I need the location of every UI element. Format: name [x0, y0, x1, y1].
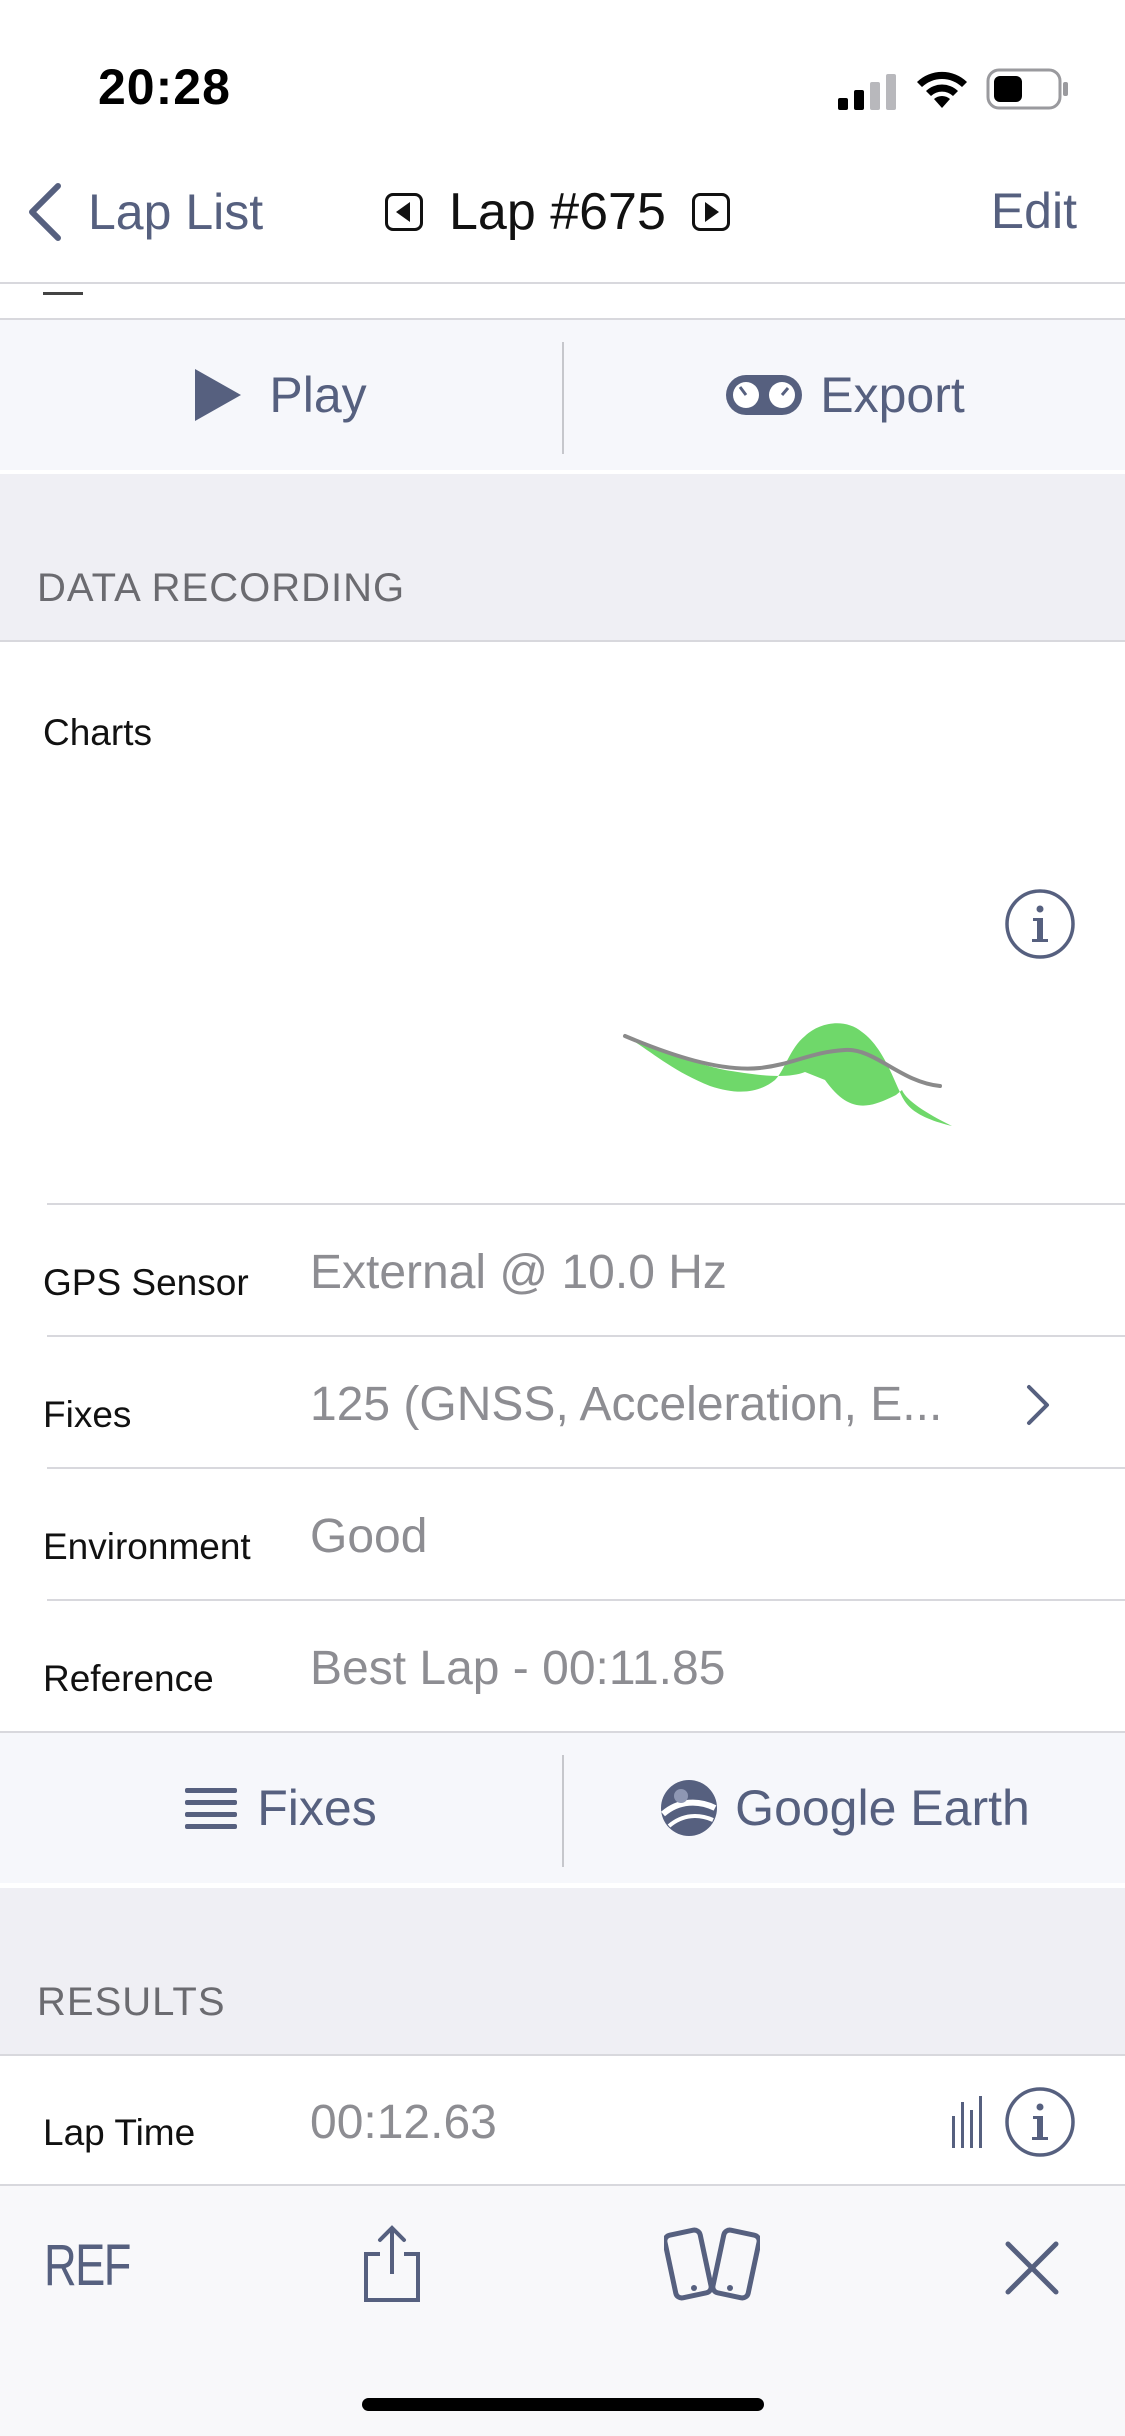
info-icon[interactable]	[1004, 888, 1076, 960]
reference-label: Reference	[43, 1658, 214, 1699]
gauges-icon	[724, 371, 804, 419]
triangle-right-icon	[705, 202, 720, 222]
next-lap-button[interactable]	[691, 193, 730, 231]
section-title: DATA RECORDING	[37, 566, 406, 610]
fixes-row[interactable]: Fixes 125 (GNSS, Acceleration, E...	[0, 1337, 1125, 1467]
edit-button[interactable]: Edit	[991, 182, 1077, 240]
close-icon[interactable]	[1004, 2240, 1060, 2296]
cellular-signal-icon	[838, 74, 898, 110]
triangle-left-icon	[395, 202, 410, 222]
share-icon[interactable]	[360, 2224, 424, 2304]
gps-sensor-label: GPS Sensor	[43, 1262, 249, 1303]
clipped-row-text	[43, 286, 103, 296]
chevron-left-icon	[24, 182, 64, 242]
environment-label: Environment	[43, 1526, 251, 1567]
charts-label: Charts	[43, 712, 152, 753]
lap-time-label: Lap Time	[43, 2112, 196, 2153]
section-divider	[0, 2054, 1125, 2056]
row-divider	[47, 1203, 1125, 1205]
ref-button[interactable]: REF	[44, 2232, 131, 2299]
play-button[interactable]: Play	[0, 320, 562, 470]
status-time: 20:28	[98, 59, 231, 115]
lap-title: Lap #675	[449, 183, 666, 241]
wifi-icon	[914, 68, 970, 110]
bar-chart-icon[interactable]	[952, 2096, 988, 2148]
play-label: Play	[269, 367, 367, 423]
gps-sensor-value: External @ 10.0 Hz	[310, 1246, 727, 1299]
track-chart	[600, 1000, 980, 1140]
home-indicator[interactable]	[362, 2398, 764, 2411]
lap-time-value: 00:12.63	[310, 2096, 497, 2149]
environment-value: Good	[310, 1510, 428, 1563]
devices-icon[interactable]	[662, 2226, 762, 2302]
fixes-earth-bar: Fixes Google Earth	[0, 1733, 1125, 1883]
nav-divider	[0, 282, 1125, 284]
previous-lap-button[interactable]	[385, 193, 423, 231]
data-recording-header: DATA RECORDING	[0, 474, 1125, 640]
fixes-list-button[interactable]: Fixes	[0, 1733, 562, 1883]
globe-icon	[659, 1778, 719, 1838]
info-icon[interactable]	[1004, 2086, 1076, 2158]
fixes-value: 125 (GNSS, Acceleration, E...	[310, 1378, 943, 1431]
row-divider	[47, 1599, 1125, 1601]
play-export-bar: Play Export	[0, 320, 1125, 470]
chevron-right-icon	[1025, 1383, 1053, 1427]
list-icon	[185, 1784, 238, 1832]
battery-icon	[986, 68, 1070, 110]
fixes-button-label: Fixes	[257, 1780, 377, 1836]
fixes-label: Fixes	[43, 1394, 132, 1435]
export-button[interactable]: Export	[564, 320, 1125, 470]
google-earth-label: Google Earth	[735, 1780, 1030, 1836]
back-label: Lap List	[88, 184, 264, 240]
reference-value: Best Lap - 00:11.85	[310, 1642, 726, 1695]
row-divider	[47, 1467, 1125, 1469]
back-button[interactable]: Lap List	[24, 182, 263, 242]
play-icon	[195, 369, 242, 421]
export-label: Export	[820, 367, 965, 423]
nav-title-group: Lap #675	[385, 182, 730, 242]
google-earth-button[interactable]: Google Earth	[564, 1733, 1125, 1883]
results-header: RESULTS	[0, 1888, 1125, 2054]
section-title: RESULTS	[37, 1980, 226, 2024]
section-divider	[0, 640, 1125, 642]
